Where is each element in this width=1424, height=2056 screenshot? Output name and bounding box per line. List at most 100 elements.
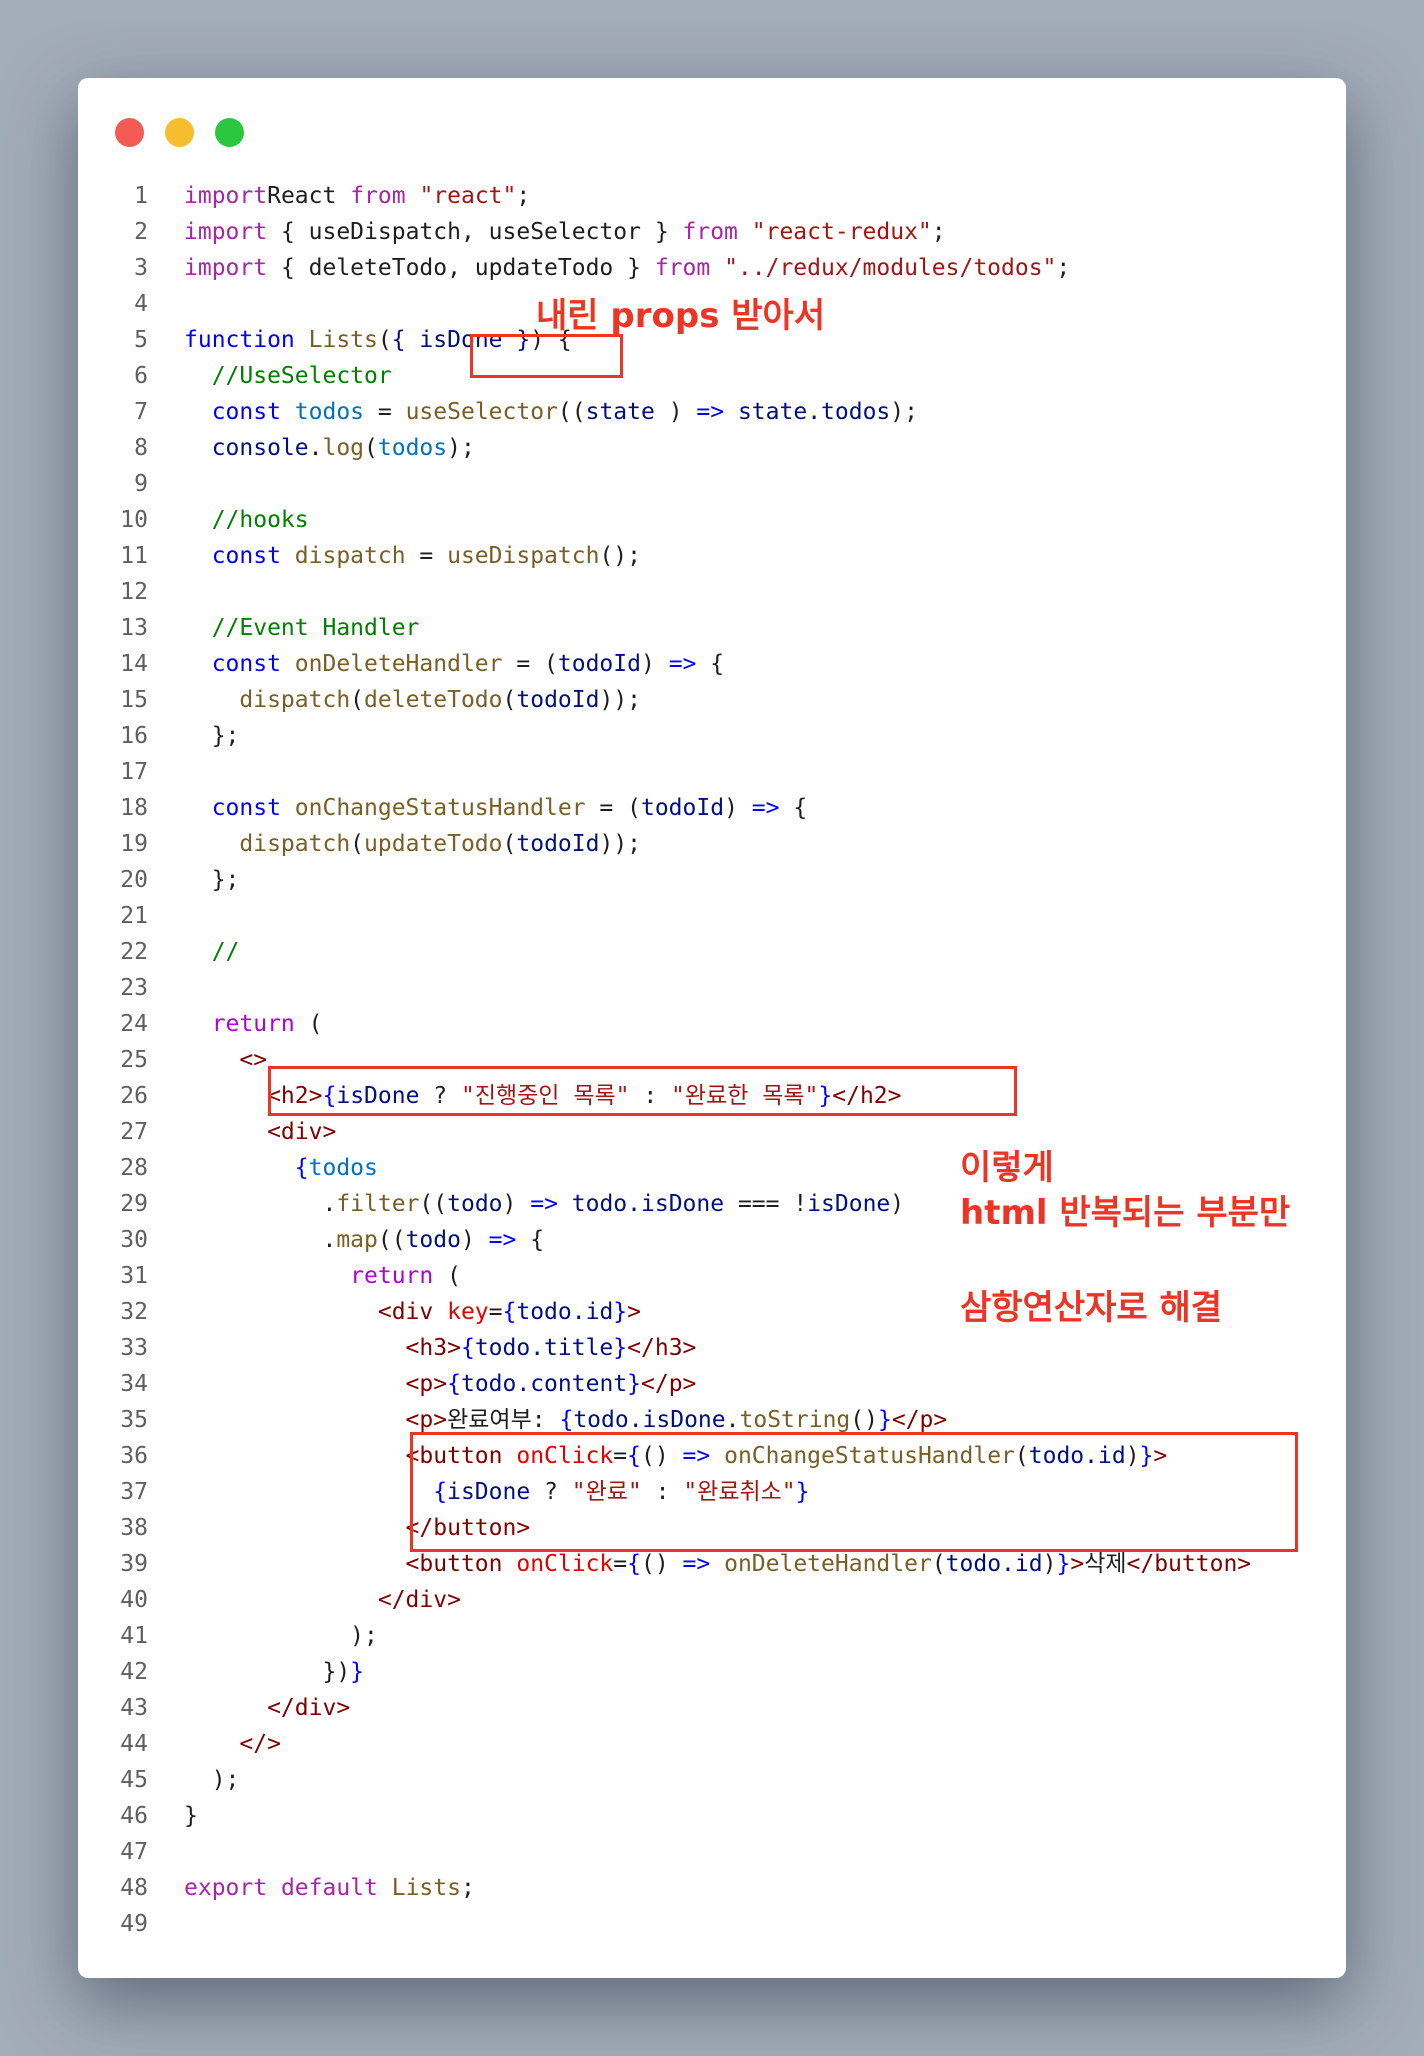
code-line: 22 // (78, 934, 1346, 970)
code-token: filter (336, 1191, 420, 1217)
code-line: 9 (78, 466, 1346, 502)
code-token: }; (184, 867, 240, 893)
code-token: import (184, 219, 268, 245)
line-code: </div> (184, 1582, 461, 1618)
button-highlight-box (410, 1432, 1298, 1552)
code-token: import (184, 255, 268, 281)
code-token: ( (294, 1011, 323, 1037)
code-line: 47 (78, 1834, 1346, 1870)
code-token: todoId (516, 687, 600, 713)
loop-annotation-line-1: 이렇게 (960, 1148, 1054, 1188)
line-number: 48 (120, 1875, 148, 1901)
code-token: (( (419, 1191, 448, 1217)
code-token: state.todos (724, 399, 891, 425)
code-token: (( (557, 399, 586, 425)
line-number: 27 (120, 1119, 148, 1145)
code-token: <button (184, 1551, 503, 1577)
code-token: import (184, 183, 268, 209)
line-code: ); (184, 1762, 240, 1798)
line-code: })} (184, 1654, 364, 1690)
code-token: { (516, 1227, 545, 1253)
line-number: 7 (134, 399, 148, 425)
code-token: todo.content (460, 1371, 628, 1397)
code-token: => (530, 1191, 558, 1217)
code-token: ) (502, 1191, 531, 1217)
code-token: => (682, 1551, 711, 1577)
code-line: 21 (78, 898, 1346, 934)
code-token: <div (184, 1299, 434, 1325)
code-token: => (696, 399, 725, 425)
line-number: 1 (134, 183, 148, 209)
code-line: 17 (78, 754, 1346, 790)
code-token: todoId (640, 795, 725, 821)
line-number: 26 (120, 1083, 148, 1109)
line-code: return ( (184, 1258, 461, 1294)
code-line: 44 </> (78, 1726, 1346, 1762)
code-token: useDispatch (447, 543, 600, 569)
line-code: const dispatch = useDispatch(); (184, 538, 641, 574)
line-number: 46 (120, 1803, 148, 1829)
code-token: () (850, 1407, 878, 1433)
code-token: function (184, 327, 295, 353)
line-code: import { useDispatch, useSelector } from… (184, 214, 946, 250)
code-token: //hooks (184, 507, 309, 533)
code-line: 27 <div> (78, 1114, 1346, 1150)
line-number: 36 (120, 1443, 148, 1469)
line-code: return ( (184, 1006, 323, 1042)
code-token: ( (502, 831, 517, 857)
code-token: todo.isDone (573, 1407, 726, 1433)
code-line: 41 ); (78, 1618, 1346, 1654)
code-line: 8 console.log(todos); (78, 430, 1346, 466)
code-line: 7 const todos = useSelector((state ) => … (78, 394, 1346, 430)
zoom-window-button[interactable] (215, 118, 244, 147)
code-line: 48 export default Lists; (78, 1870, 1346, 1906)
code-line: 3 import { deleteTodo, updateTodo } from … (78, 250, 1346, 286)
line-number: 12 (120, 579, 148, 605)
code-token: { (696, 651, 725, 677)
code-token: ; (460, 1875, 475, 1901)
close-window-button[interactable] (115, 118, 144, 147)
code-token: todo.id (516, 1299, 614, 1325)
minimize-window-button[interactable] (165, 118, 194, 147)
code-token: todoId (516, 831, 600, 857)
h2-highlight-box (268, 1066, 1017, 1116)
line-code: </div> (184, 1690, 350, 1726)
code-token: todo.id (945, 1551, 1043, 1577)
code-token: <> (184, 1047, 268, 1073)
line-number: 33 (120, 1335, 148, 1361)
code-token: = ( (585, 795, 641, 821)
code-token: } (613, 1299, 628, 1325)
code-token: } (877, 1407, 892, 1433)
code-token: onClick (502, 1551, 614, 1577)
line-number: 13 (120, 615, 148, 641)
line-number: 8 (134, 435, 148, 461)
code-token: ( (350, 687, 365, 713)
code-line: 19 dispatch(updateTodo(todoId)); (78, 826, 1346, 862)
code-token: </button> (1126, 1551, 1252, 1577)
code-line: 33 <h3>{todo.title}</h3> (78, 1330, 1346, 1366)
code-token: (); (599, 543, 641, 569)
line-number: 29 (120, 1191, 148, 1217)
code-line: 40 </div> (78, 1582, 1346, 1618)
line-number: 14 (120, 651, 148, 677)
code-line: 14 const onDeleteHandler = (todoId) => { (78, 646, 1346, 682)
code-token: ) (460, 1227, 489, 1253)
code-token: </p> (641, 1371, 697, 1397)
code-line: 34 <p>{todo.content}</p> (78, 1366, 1346, 1402)
code-token: const (184, 795, 281, 821)
code-token: } (613, 1335, 628, 1361)
line-number: 23 (120, 975, 148, 1001)
line-number: 24 (120, 1011, 148, 1037)
code-token: todo.isDone (557, 1191, 725, 1217)
code-token: } (1056, 1551, 1071, 1577)
code-line: 49 (78, 1906, 1346, 1942)
props-annotation: 내린 props 받아서 (536, 296, 826, 336)
code-token: // (184, 939, 240, 965)
code-line: 6 //UseSelector (78, 358, 1346, 394)
code-token: key (433, 1299, 489, 1325)
code-token: ; (516, 183, 531, 209)
code-token: ( (364, 435, 378, 461)
code-token: { (447, 1371, 461, 1397)
code-line: 45 ); (78, 1762, 1346, 1798)
code-token: ); (890, 399, 918, 425)
